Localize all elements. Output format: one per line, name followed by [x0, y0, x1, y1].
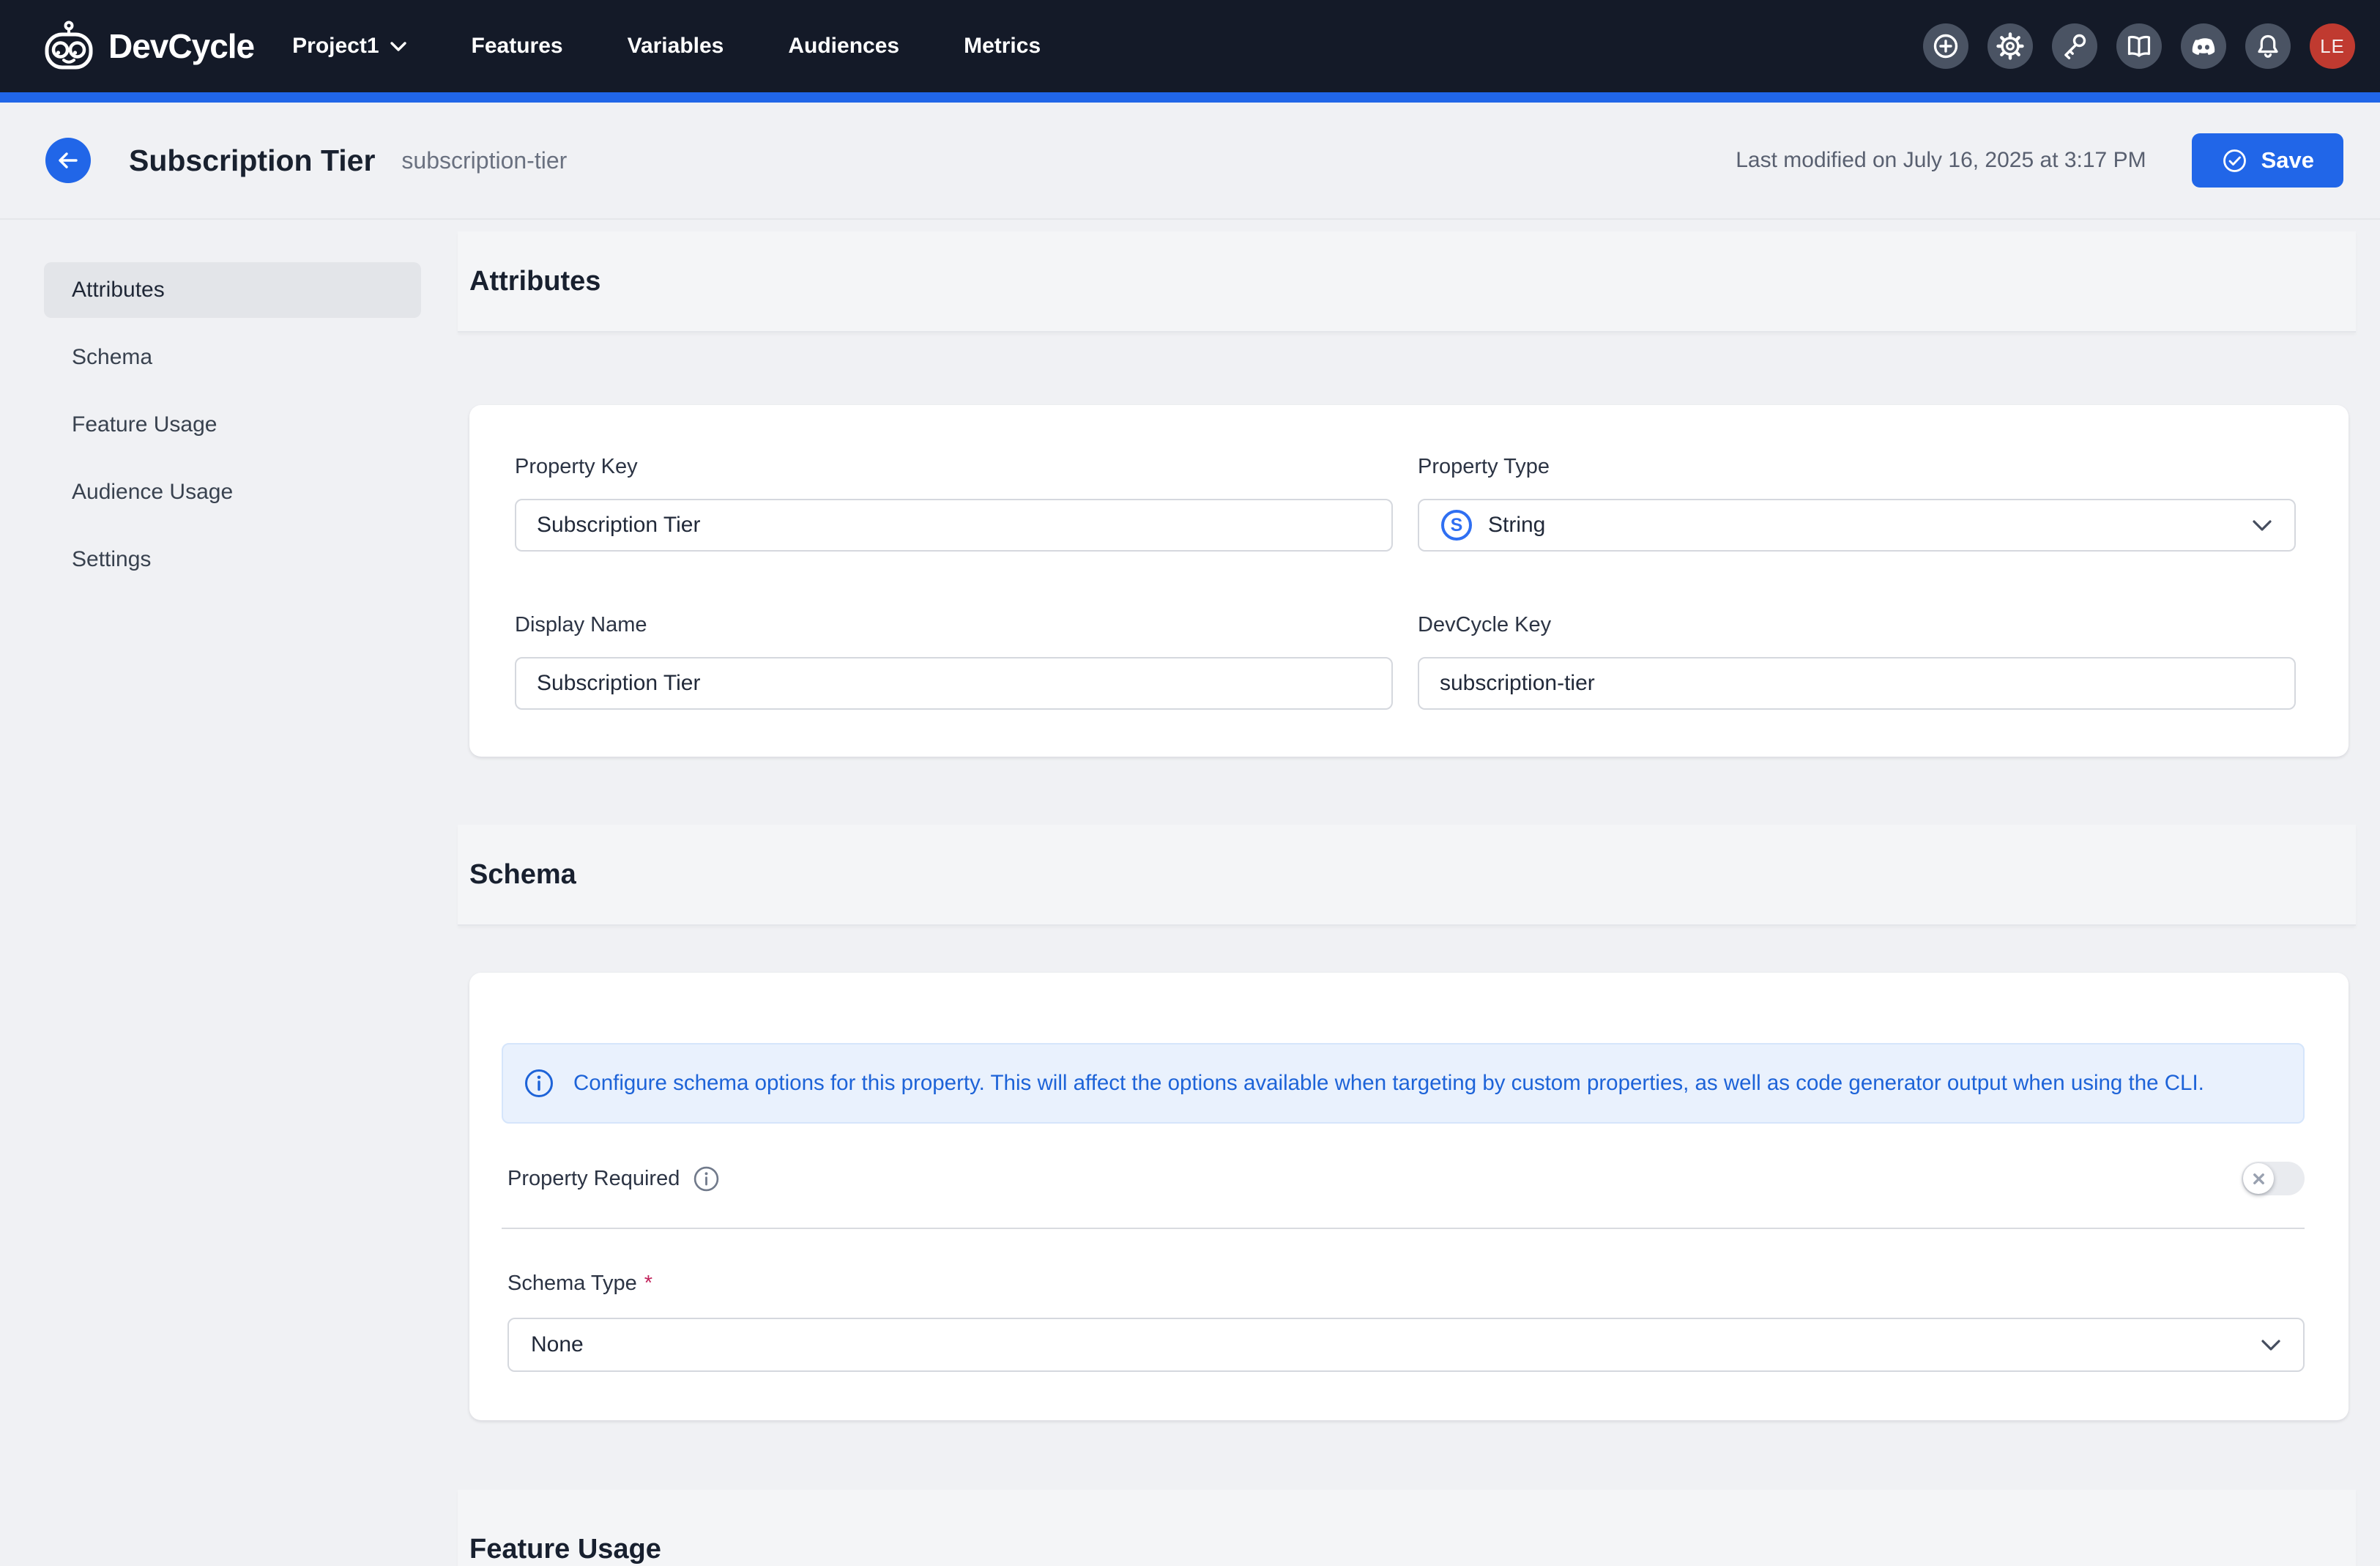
schema-heading: Schema	[469, 859, 576, 891]
accent-bar	[0, 92, 2380, 103]
add-button[interactable]	[1923, 23, 1968, 69]
devcycle-key-input[interactable]	[1418, 657, 2296, 710]
devcycle-key-field-group: DevCycle Key	[1418, 613, 2296, 710]
schema-type-label-wrap: Schema Type *	[507, 1272, 2305, 1296]
save-button[interactable]: Save	[2192, 133, 2343, 188]
property-required-info-icon[interactable]	[693, 1165, 720, 1192]
bell-icon	[2253, 31, 2283, 61]
schema-type-label: Schema Type	[507, 1272, 637, 1296]
property-key-label: Property Key	[515, 455, 1393, 479]
display-name-field-group: Display Name	[515, 613, 1393, 710]
feature-usage-section-header: Feature Usage	[458, 1490, 2356, 1566]
open-book-icon	[2124, 31, 2154, 61]
discord-icon	[2189, 31, 2218, 61]
page-header: Subscription Tier subscription-tier Last…	[0, 103, 2380, 220]
nav-audiences[interactable]: Audiences	[788, 34, 899, 59]
arrow-left-icon	[55, 147, 81, 174]
property-key-field-group: Property Key	[515, 455, 1393, 552]
check-circle-icon	[2221, 147, 2248, 174]
navbar-actions: LE	[1923, 23, 2355, 69]
attributes-heading: Attributes	[469, 266, 600, 297]
chevron-down-icon	[390, 41, 407, 52]
devcycle-logo[interactable]: DevCycle	[42, 20, 254, 73]
user-avatar[interactable]: LE	[2310, 23, 2355, 69]
info-circle-icon	[524, 1068, 554, 1099]
required-asterisk: *	[644, 1272, 652, 1296]
schema-section-header: Schema	[458, 825, 2356, 926]
property-required-row: Property Required	[502, 1162, 2305, 1195]
schema-card: Configure schema options for this proper…	[469, 973, 2349, 1420]
property-required-label: Property Required	[507, 1167, 680, 1191]
display-name-input[interactable]	[515, 657, 1393, 710]
gear-icon	[1996, 31, 2025, 61]
property-key-input[interactable]	[515, 499, 1393, 552]
devcycle-robot-icon	[42, 20, 95, 73]
settings-button[interactable]	[1987, 23, 2033, 69]
property-type-value: String	[1488, 513, 1545, 538]
section-sidebar: Attributes Schema Feature Usage Audience…	[44, 262, 421, 599]
schema-type-value: None	[531, 1332, 584, 1357]
toggle-knob	[2243, 1163, 2274, 1194]
schema-type-field-group: Schema Type * None	[502, 1272, 2305, 1372]
schema-info-banner: Configure schema options for this proper…	[502, 1043, 2305, 1124]
main-nav: Project1 Features Variables Audiences Me…	[292, 34, 1105, 59]
feature-usage-heading: Feature Usage	[469, 1534, 661, 1565]
nav-metrics[interactable]: Metrics	[964, 34, 1041, 59]
display-name-label: Display Name	[515, 613, 1393, 637]
sidebar-item-schema[interactable]: Schema	[44, 330, 421, 385]
property-required-toggle[interactable]	[2242, 1162, 2305, 1195]
last-modified-text: Last modified on July 16, 2025 at 3:17 P…	[1736, 148, 2146, 173]
chevron-down-icon	[2261, 1339, 2281, 1351]
property-type-select[interactable]: S String	[1418, 499, 2296, 552]
api-keys-button[interactable]	[2052, 23, 2097, 69]
property-type-label: Property Type	[1418, 455, 2296, 479]
property-required-label-wrap: Property Required	[507, 1165, 720, 1192]
nav-features[interactable]: Features	[472, 34, 563, 59]
page-title: Subscription Tier	[129, 144, 375, 178]
chevron-down-icon	[2252, 519, 2272, 532]
plus-circle-icon	[1931, 31, 1960, 61]
nav-project-selector[interactable]: Project1	[292, 34, 406, 59]
schema-info-banner-text: Configure schema options for this proper…	[573, 1071, 2204, 1096]
devcycle-key-label: DevCycle Key	[1418, 613, 2296, 637]
sidebar-item-attributes[interactable]: Attributes	[44, 262, 421, 318]
string-type-icon: S	[1441, 510, 1472, 541]
top-navbar: DevCycle Project1 Features Variables Aud…	[0, 0, 2380, 92]
notifications-button[interactable]	[2245, 23, 2291, 69]
documentation-button[interactable]	[2116, 23, 2162, 69]
content-area: Attributes Property Key Property Type S …	[458, 231, 2356, 1566]
back-button[interactable]	[45, 138, 91, 183]
attributes-card: Property Key Property Type S String Disp…	[469, 405, 2349, 757]
x-icon	[2252, 1172, 2266, 1186]
sidebar-item-feature-usage[interactable]: Feature Usage	[44, 397, 421, 453]
property-type-field-group: Property Type S String	[1418, 455, 2296, 552]
sidebar-item-settings[interactable]: Settings	[44, 532, 421, 587]
key-icon	[2060, 31, 2089, 61]
schema-card-divider	[502, 1228, 2305, 1229]
page-key: subscription-tier	[401, 147, 567, 174]
save-button-label: Save	[2261, 147, 2314, 174]
nav-variables[interactable]: Variables	[628, 34, 724, 59]
main-layout: Attributes Schema Feature Usage Audience…	[0, 220, 2380, 1566]
sidebar-item-audience-usage[interactable]: Audience Usage	[44, 464, 421, 520]
schema-type-select[interactable]: None	[507, 1318, 2305, 1372]
attributes-section-header: Attributes	[458, 231, 2356, 333]
discord-button[interactable]	[2181, 23, 2226, 69]
brand-wordmark: DevCycle	[108, 26, 254, 66]
